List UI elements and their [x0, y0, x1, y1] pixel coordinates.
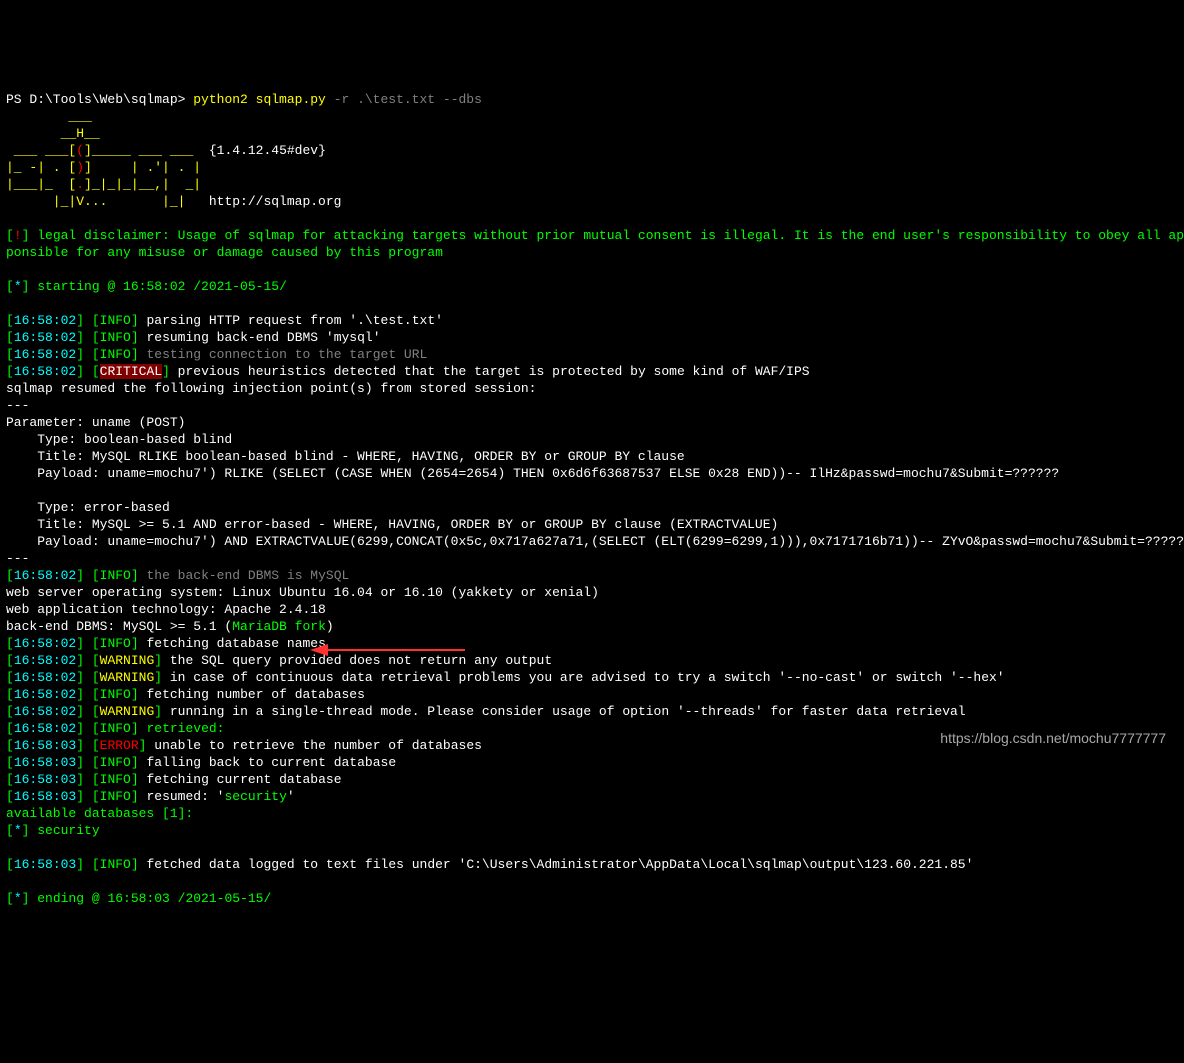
log-line: falling back to current database — [139, 755, 396, 770]
bracket: [ — [6, 823, 14, 838]
log-line: previous heuristics detected that the ta… — [170, 364, 810, 379]
payload-line: Payload: uname=mochu7') RLIKE (SELECT (C… — [6, 466, 1059, 481]
ascii-art: ___ ___[ — [6, 143, 76, 158]
log-line: in case of continuous data retrieval pro… — [162, 670, 1005, 685]
payload-line: Payload: uname=mochu7') AND EXTRACTVALUE… — [6, 534, 1184, 549]
ascii-art: ( — [76, 143, 84, 158]
timestamp: 16:58:03 — [14, 789, 76, 804]
timestamp: 16:58:03 — [14, 857, 76, 872]
log-line: fetching number of databases — [139, 687, 365, 702]
info-tag: INFO — [100, 347, 131, 362]
info-tag: INFO — [100, 330, 131, 345]
log-line: unable to retrieve the number of databas… — [146, 738, 481, 753]
log-line: sqlmap resumed the following injection p… — [6, 381, 537, 396]
info-tag: INFO — [100, 857, 131, 872]
info-tag: INFO — [100, 568, 131, 583]
bracket: [ — [6, 228, 14, 243]
ascii-art: ]_|_|_|__,| _| — [84, 177, 201, 192]
bracket: [ — [6, 891, 14, 906]
version-tag: {1.4.12.45#dev} — [209, 143, 326, 158]
disclaimer: ponsible for any misuse or damage caused… — [6, 245, 443, 260]
cmd: python2 sqlmap.py — [193, 92, 333, 107]
log-line: resuming back-end DBMS 'mysql' — [139, 330, 381, 345]
timestamp: 16:58:02 — [14, 721, 76, 736]
timestamp: 16:58:02 — [14, 347, 76, 362]
star-icon: * — [14, 279, 22, 294]
param-line: Parameter: uname (POST) — [6, 415, 185, 430]
timestamp: 16:58:02 — [14, 670, 76, 685]
info-tag: INFO — [100, 789, 131, 804]
ascii-art: |___|_ [ — [6, 177, 76, 192]
warning-tag: WARNING — [100, 670, 155, 685]
bracket: [ — [6, 279, 14, 294]
info-tag: INFO — [100, 313, 131, 328]
timestamp: 16:58:02 — [14, 330, 76, 345]
title-line: Title: MySQL >= 5.1 AND error-based - WH… — [6, 517, 778, 532]
timestamp: 16:58:02 — [14, 364, 76, 379]
type-line: Type: error-based — [6, 500, 170, 515]
title-line: Title: MySQL RLIKE boolean-based blind -… — [6, 449, 685, 464]
log-line: fetching database names — [139, 636, 326, 651]
log-line: ' — [287, 789, 295, 804]
db-line: back-end DBMS: MySQL >= 5.1 ( — [6, 619, 232, 634]
log-line: fetching current database — [139, 772, 342, 787]
log-line: retrieved: — [139, 721, 225, 736]
start-line: ] starting @ 16:58:02 /2021-05-15/ — [22, 279, 287, 294]
log-line: testing connection to the target URL — [139, 347, 428, 362]
terminal-output: PS D:\Tools\Web\sqlmap> python2 sqlmap.p… — [6, 74, 1178, 907]
timestamp: 16:58:03 — [14, 755, 76, 770]
result-db: security — [225, 789, 287, 804]
timestamp: 16:58:02 — [14, 704, 76, 719]
timestamp: 16:58:02 — [14, 687, 76, 702]
ascii-art: ) — [76, 160, 84, 175]
log-line: --- — [6, 551, 29, 566]
log-line: --- — [6, 398, 29, 413]
avail-line: available databases [1]: — [6, 806, 193, 821]
ascii-art: __H__ — [6, 126, 100, 141]
db-entry: ] security — [22, 823, 100, 838]
log-line: the SQL query provided does not return a… — [162, 653, 552, 668]
timestamp: 16:58:02 — [14, 313, 76, 328]
timestamp: 16:58:02 — [14, 568, 76, 583]
timestamp: 16:58:02 — [14, 653, 76, 668]
log-line: parsing HTTP request from '.\test.txt' — [139, 313, 443, 328]
url: http://sqlmap.org — [209, 194, 342, 209]
ascii-art: ___ — [6, 109, 92, 124]
log-line: running in a single-thread mode. Please … — [162, 704, 966, 719]
tech-line: web application technology: Apache 2.4.1… — [6, 602, 326, 617]
critical-tag: CRITICAL — [100, 364, 162, 379]
arg: --dbs — [443, 92, 482, 107]
ascii-art: ] | .'| . | — [84, 160, 201, 175]
bang-icon: ! — [14, 228, 22, 243]
os-line: web server operating system: Linux Ubunt… — [6, 585, 599, 600]
watermark: https://blog.csdn.net/mochu7777777 — [940, 730, 1166, 747]
db-fork: MariaDB fork — [232, 619, 326, 634]
timestamp: 16:58:03 — [14, 738, 76, 753]
type-line: Type: boolean-based blind — [6, 432, 232, 447]
error-tag: ERROR — [100, 738, 139, 753]
timestamp: 16:58:02 — [14, 636, 76, 651]
ascii-art: |_|V... |_| — [6, 194, 209, 209]
log-line: resumed: ' — [139, 789, 225, 804]
disclaimer: ] legal disclaimer: Usage of sqlmap for … — [22, 228, 1184, 243]
warning-tag: WARNING — [100, 704, 155, 719]
star-icon: * — [14, 891, 22, 906]
ps-prompt: PS D:\Tools\Web\sqlmap> — [6, 92, 193, 107]
info-tag: INFO — [100, 636, 131, 651]
log-line: fetched data logged to text files under … — [139, 857, 974, 872]
ascii-art: |_ -| . [ — [6, 160, 76, 175]
info-tag: INFO — [100, 687, 131, 702]
db-line: ) — [326, 619, 334, 634]
end-line: ] ending @ 16:58:03 /2021-05-15/ — [22, 891, 272, 906]
info-tag: INFO — [100, 721, 131, 736]
timestamp: 16:58:03 — [14, 772, 76, 787]
info-tag: INFO — [100, 772, 131, 787]
arg: -r .\test.txt — [334, 92, 443, 107]
log-line: the back-end DBMS is MySQL — [139, 568, 350, 583]
info-tag: INFO — [100, 755, 131, 770]
ascii-art: . — [76, 177, 84, 192]
star-icon: * — [14, 823, 22, 838]
warning-tag: WARNING — [100, 653, 155, 668]
ascii-art: ]_____ ___ ___ — [84, 143, 209, 158]
